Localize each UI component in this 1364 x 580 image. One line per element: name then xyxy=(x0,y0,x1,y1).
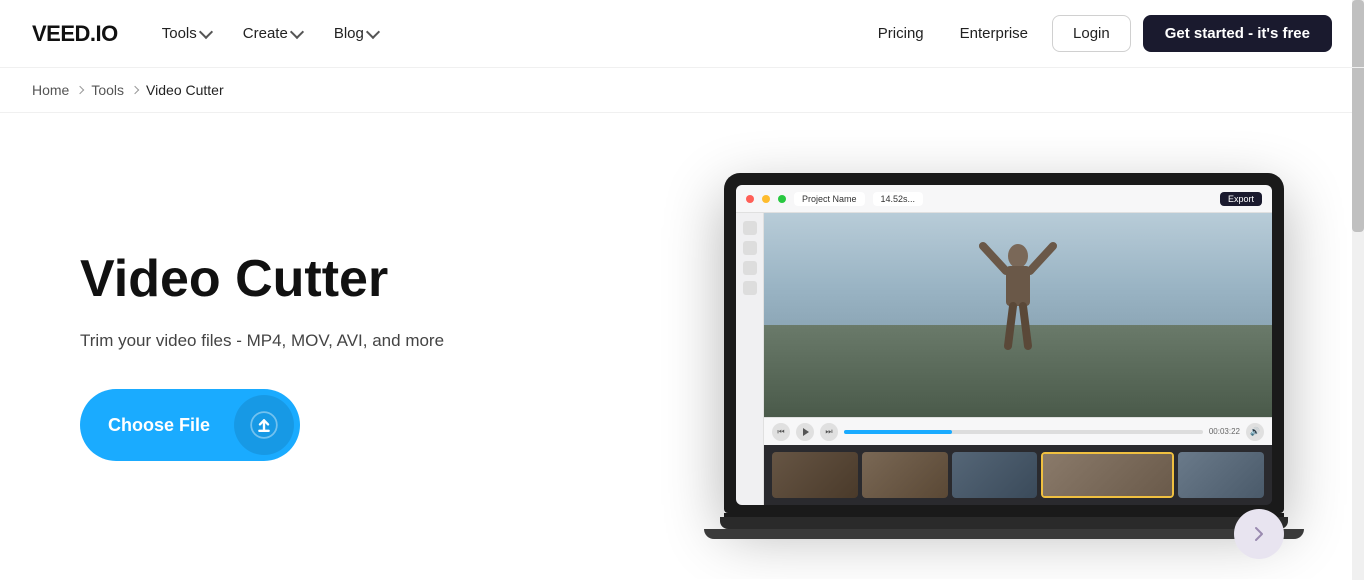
upload-icon xyxy=(250,411,278,439)
breadcrumb-sep-1 xyxy=(76,86,84,94)
hero-right: Project Name 14.52s... Export xyxy=(724,173,1284,539)
progress-bar-fill xyxy=(844,430,952,434)
app-topbar: Project Name 14.52s... Export xyxy=(736,185,1272,213)
laptop-screen: Project Name 14.52s... Export xyxy=(736,185,1272,505)
blog-chevron-icon xyxy=(366,25,380,39)
nav-blog-label: Blog xyxy=(334,25,364,42)
hero-subtitle: Trim your video files - MP4, MOV, AVI, a… xyxy=(80,328,444,354)
traffic-light-green xyxy=(778,195,786,203)
app-timeline xyxy=(764,445,1272,505)
forward-button[interactable]: ⏭ xyxy=(820,423,838,441)
timeline-thumb-3 xyxy=(952,452,1038,498)
nav-links: Tools Create Blog xyxy=(150,17,390,50)
login-button[interactable]: Login xyxy=(1052,15,1131,52)
navbar-left: VEED.IO Tools Create Blog xyxy=(32,17,390,50)
time-display: 00:03:22 xyxy=(1209,427,1240,436)
nav-blog[interactable]: Blog xyxy=(322,17,390,50)
navbar: VEED.IO Tools Create Blog Pricing Enterp… xyxy=(0,0,1364,68)
sidebar-item-2 xyxy=(743,241,757,255)
timeline-thumb-5 xyxy=(1178,452,1264,498)
logo[interactable]: VEED.IO xyxy=(32,21,118,47)
app-video-area xyxy=(764,213,1272,417)
nav-create-label: Create xyxy=(243,25,288,42)
chevron-right-icon xyxy=(1247,522,1271,546)
laptop-mockup: Project Name 14.52s... Export xyxy=(724,173,1284,539)
breadcrumb-sep-2 xyxy=(131,86,139,94)
traffic-light-red xyxy=(746,195,754,203)
nav-tools-label: Tools xyxy=(162,25,197,42)
timeline-thumb-selected xyxy=(1041,452,1174,498)
progress-bar[interactable] xyxy=(844,430,1203,434)
hero-left: Video Cutter Trim your video files - MP4… xyxy=(80,251,444,462)
create-chevron-icon xyxy=(290,25,304,39)
choose-file-button[interactable]: Choose File xyxy=(80,389,300,461)
app-controls: ⏮ ⏭ 00:03 xyxy=(764,417,1272,445)
upload-icon-wrap xyxy=(234,395,294,455)
breadcrumb-home[interactable]: Home xyxy=(32,82,69,98)
app-export-button[interactable]: Export xyxy=(1220,192,1262,206)
traffic-light-yellow xyxy=(762,195,770,203)
laptop-bottom xyxy=(704,529,1304,539)
timeline-thumb-2 xyxy=(862,452,948,498)
laptop-base xyxy=(720,517,1288,529)
breadcrumb-current: Video Cutter xyxy=(146,82,224,98)
app-content: ⏮ ⏭ 00:03 xyxy=(764,213,1272,505)
hero-section: Video Cutter Trim your video files - MP4… xyxy=(0,113,1364,579)
rewind-button[interactable]: ⏮ xyxy=(772,423,790,441)
scrollbar-track[interactable] xyxy=(1352,0,1364,580)
hero-title: Video Cutter xyxy=(80,251,444,308)
nav-pricing[interactable]: Pricing xyxy=(866,17,936,50)
volume-button[interactable]: 🔊 xyxy=(1246,423,1264,441)
tools-chevron-icon xyxy=(199,25,213,39)
person-silhouette xyxy=(978,236,1058,356)
sidebar-item-4 xyxy=(743,281,757,295)
nav-tools[interactable]: Tools xyxy=(150,17,223,50)
breadcrumb-tools[interactable]: Tools xyxy=(91,82,124,98)
choose-file-label: Choose File xyxy=(80,397,234,454)
get-started-button[interactable]: Get started - it's free xyxy=(1143,15,1332,52)
app-title-bar: Project Name 14.52s... Export xyxy=(794,192,1262,206)
nav-create[interactable]: Create xyxy=(231,17,314,50)
app-sidebar xyxy=(736,213,764,505)
sidebar-item-1 xyxy=(743,221,757,235)
play-triangle-icon xyxy=(803,428,809,436)
app-tab-project: Project Name xyxy=(794,192,865,206)
timeline-thumb-1 xyxy=(772,452,858,498)
nav-enterprise[interactable]: Enterprise xyxy=(948,17,1040,50)
decorative-circle xyxy=(1234,509,1284,559)
sidebar-item-3 xyxy=(743,261,757,275)
app-tab-duration: 14.52s... xyxy=(873,192,924,206)
play-button[interactable] xyxy=(796,423,814,441)
laptop-screen-frame: Project Name 14.52s... Export xyxy=(724,173,1284,513)
breadcrumb: Home Tools Video Cutter xyxy=(0,68,1364,113)
app-main: ⏮ ⏭ 00:03 xyxy=(736,213,1272,505)
navbar-right: Pricing Enterprise Login Get started - i… xyxy=(866,15,1332,52)
